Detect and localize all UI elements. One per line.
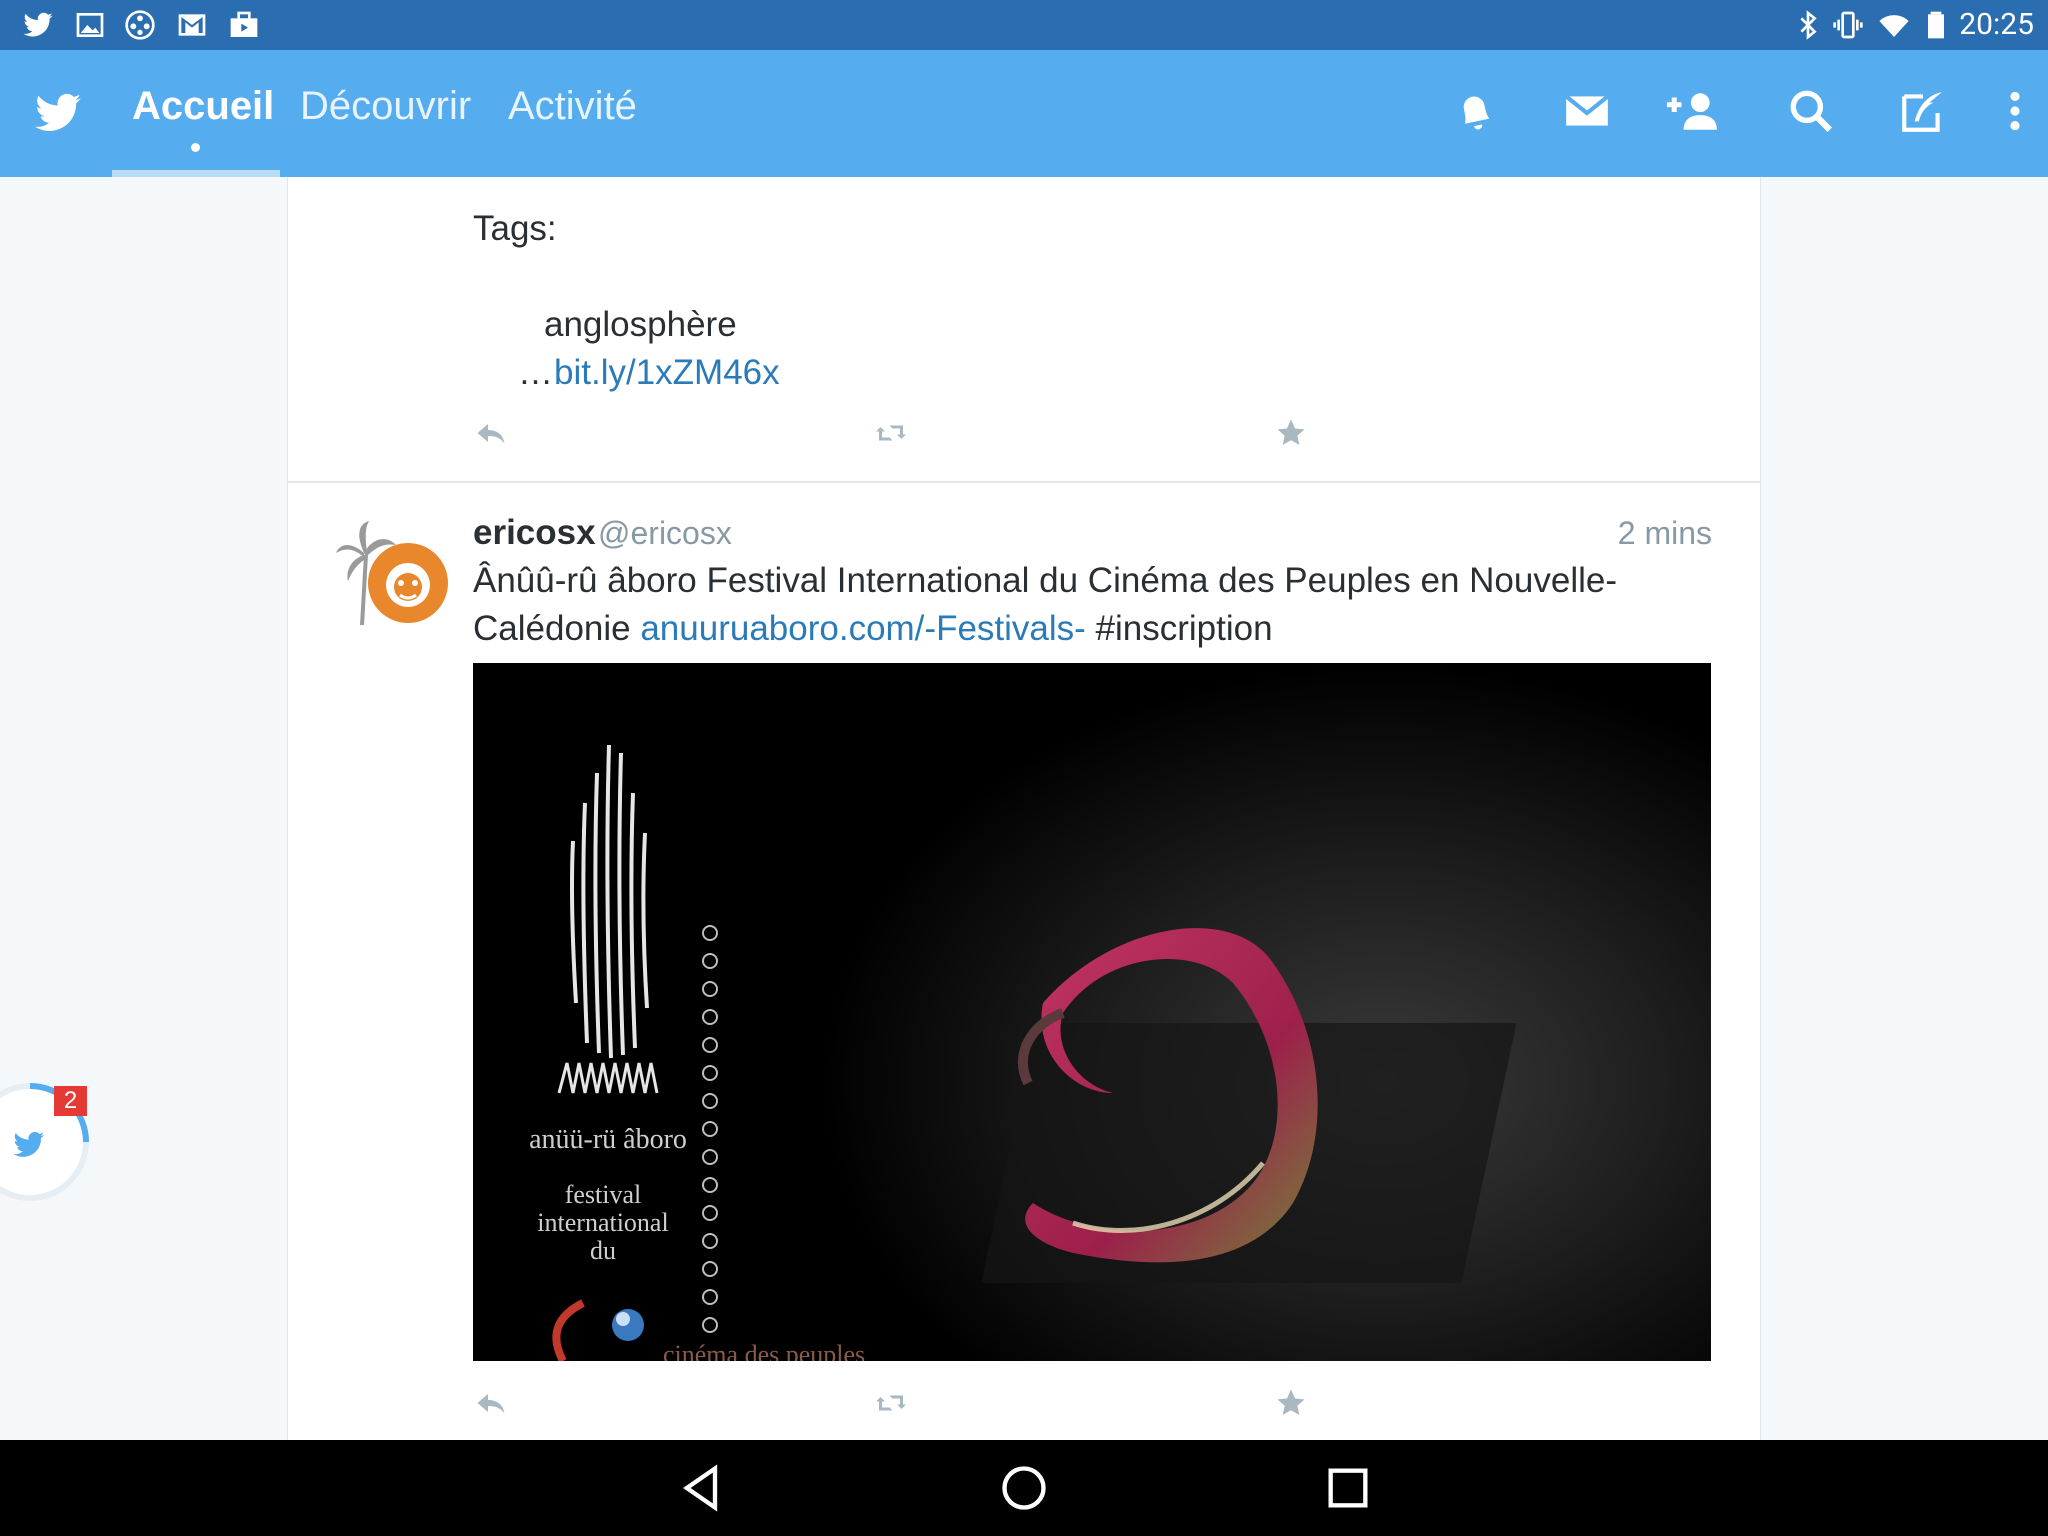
vibrate-icon bbox=[1833, 11, 1863, 39]
favorite-icon[interactable] bbox=[1273, 1385, 1309, 1421]
tweet-text: Ânûû-rû âboro Festival International du … bbox=[473, 557, 1733, 653]
tweet-text-line: Ânûû-rû âboro Festival International du … bbox=[473, 561, 1617, 600]
author-handle[interactable]: @ericosx bbox=[598, 515, 732, 552]
media-logo-subtitle-line: du bbox=[590, 1236, 616, 1265]
reply-icon[interactable] bbox=[473, 415, 509, 451]
tab-activity[interactable]: Activité bbox=[508, 84, 637, 129]
status-bar: 20:25 bbox=[0, 0, 2048, 50]
overflow-menu-icon[interactable] bbox=[1990, 86, 2040, 136]
retweet-icon[interactable] bbox=[873, 415, 909, 451]
tweet-link[interactable]: bit.ly/1xZM46x bbox=[554, 353, 780, 393]
media-logo-title: anüü-rü âboro bbox=[529, 1124, 687, 1155]
tweet-hashtag[interactable]: #inscription bbox=[1086, 609, 1273, 648]
add-user-icon[interactable] bbox=[1664, 86, 1724, 136]
clock: 20:25 bbox=[1959, 7, 2034, 42]
avatar[interactable] bbox=[334, 515, 454, 635]
tweet-text-fragment: Calédonie bbox=[473, 609, 641, 648]
tab-discover[interactable]: Découvrir bbox=[300, 84, 471, 129]
media-footer-text: cinéma des peuples bbox=[663, 1340, 865, 1361]
active-tab-underline bbox=[112, 170, 280, 177]
compose-tweet-icon[interactable] bbox=[1898, 86, 1948, 136]
recents-icon[interactable] bbox=[1322, 1462, 1374, 1514]
tweet-divider bbox=[288, 481, 1760, 483]
bluetooth-icon bbox=[1800, 10, 1817, 40]
tweet-text-line: Tags: bbox=[473, 209, 557, 248]
wifi-icon bbox=[1879, 15, 1909, 37]
twitter-logo-icon[interactable] bbox=[30, 88, 86, 138]
messages-icon[interactable] bbox=[1562, 86, 1612, 136]
battery-icon bbox=[1928, 11, 1944, 39]
tweet-link[interactable]: anuuruaboro.com/-Festivals- bbox=[640, 609, 1085, 648]
tweet-text-line: anglosphère bbox=[544, 305, 737, 344]
search-icon[interactable] bbox=[1786, 86, 1836, 136]
tweet-media-image[interactable]: anüü-rü âboro festival international du … bbox=[473, 663, 1711, 1361]
gmail-icon bbox=[178, 14, 206, 36]
tab-home[interactable]: Accueil bbox=[132, 84, 274, 129]
tweet-timestamp: 2 mins bbox=[1617, 515, 1712, 551]
twitter-icon bbox=[23, 12, 53, 37]
reply-icon[interactable] bbox=[473, 1385, 509, 1421]
author-name[interactable]: ericosx bbox=[473, 513, 596, 553]
tweet-ellipsis: … bbox=[518, 353, 553, 392]
back-icon[interactable] bbox=[676, 1462, 728, 1514]
briefcase-icon bbox=[230, 11, 258, 37]
timeline[interactable]: Tags: anglosphère … bit.ly/1xZM46x erico… bbox=[287, 177, 1761, 1441]
app-bar: Accueil Découvrir Activité bbox=[0, 50, 2048, 177]
favorite-icon[interactable] bbox=[1273, 415, 1309, 451]
active-tab-indicator-dot bbox=[191, 143, 200, 152]
image-icon bbox=[76, 13, 104, 37]
home-icon[interactable] bbox=[998, 1462, 1050, 1514]
media-logo-subtitle-line: international bbox=[537, 1208, 668, 1237]
navigation-bar bbox=[0, 1440, 2048, 1536]
media-logo-subtitle-line: festival bbox=[565, 1180, 642, 1209]
notification-badge: 2 bbox=[54, 1086, 87, 1116]
retweet-icon[interactable] bbox=[873, 1385, 909, 1421]
tweet-text-line: Calédonie anuuruaboro.com/-Festivals- #i… bbox=[473, 605, 1733, 653]
film-reel-icon bbox=[125, 10, 155, 40]
notifications-icon[interactable] bbox=[1450, 86, 1500, 136]
